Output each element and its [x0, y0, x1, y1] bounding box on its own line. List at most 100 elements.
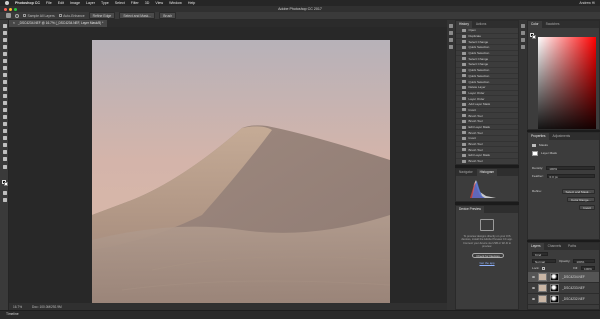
move-tool-icon[interactable] — [2, 24, 7, 28]
brush-button[interactable]: Brush — [159, 12, 177, 19]
visibility-eye-icon[interactable] — [532, 298, 535, 300]
menu-layer[interactable]: Layer — [86, 1, 95, 5]
type-tool-icon[interactable] — [2, 129, 7, 133]
layer-mask-thumbnail[interactable] — [550, 295, 559, 303]
lock-icon[interactable] — [542, 266, 546, 270]
color-picker-field[interactable] — [538, 37, 596, 129]
auto-enhance-checkbox[interactable]: Auto-Enhance — [58, 14, 85, 18]
menu-file[interactable]: File — [46, 1, 52, 5]
color-background-swatch[interactable] — [532, 35, 536, 39]
menu-select[interactable]: Select — [115, 1, 125, 5]
actions-panel-icon[interactable] — [449, 31, 453, 35]
quick-selection-tool-icon[interactable] — [2, 45, 7, 49]
menu-image[interactable]: Image — [70, 1, 80, 5]
get-app-link[interactable]: Get the app — [456, 261, 518, 265]
path-selection-tool-icon[interactable] — [2, 136, 7, 140]
background-color-swatch[interactable] — [3, 182, 8, 186]
check-for-devices-button[interactable]: Check for Devices — [472, 253, 504, 258]
layer-name[interactable]: _DSC4234.NEF — [562, 275, 585, 279]
layer-mask-thumbnail[interactable] — [550, 273, 559, 281]
adjustments-panel-icon[interactable] — [521, 45, 525, 49]
apple-menu-icon[interactable] — [5, 1, 9, 5]
tab-properties[interactable]: Properties — [528, 133, 549, 140]
visibility-eye-icon[interactable] — [532, 276, 535, 278]
history-brush-tool-icon[interactable] — [2, 87, 7, 91]
tab-navigator[interactable]: Navigator — [456, 169, 476, 176]
tab-color[interactable]: Color — [528, 21, 542, 28]
layer-name[interactable]: _DSC4233.NEF — [562, 286, 585, 290]
brush-panel-icon[interactable] — [449, 38, 453, 42]
libraries-panel-icon[interactable] — [521, 38, 525, 42]
layer-thumbnail[interactable] — [538, 295, 547, 303]
layer-thumbnail[interactable] — [538, 284, 547, 292]
pen-tool-icon[interactable] — [2, 122, 7, 126]
select-and-mask-panel-button[interactable]: Select and Mask... — [561, 188, 595, 194]
tab-swatches[interactable]: Swatches — [543, 21, 563, 28]
tab-close-icon[interactable]: × — [13, 20, 15, 27]
history-panel-icon[interactable] — [449, 24, 453, 28]
menu-view[interactable]: View — [155, 1, 163, 5]
layer-name[interactable]: _DSC4232.NEF — [562, 297, 585, 301]
refine-edge-button[interactable]: Refine Edge — [88, 12, 116, 19]
layer-row[interactable]: _DSC4232.NEF — [528, 294, 599, 305]
lasso-tool-icon[interactable] — [2, 38, 7, 42]
tab-history[interactable]: History — [456, 21, 472, 28]
desert-dune-image[interactable] — [92, 40, 390, 308]
marquee-tool-icon[interactable] — [2, 31, 7, 35]
layer-mask-thumb[interactable] — [532, 150, 538, 156]
tab-adjustments[interactable]: Adjustments — [550, 133, 574, 140]
checkbox-box[interactable] — [58, 14, 62, 17]
zoom-level[interactable]: 16.7% — [13, 305, 22, 309]
opacity-field[interactable]: 100% — [573, 258, 595, 264]
menu-help[interactable]: Help — [188, 1, 195, 5]
dodge-tool-icon[interactable] — [2, 115, 7, 119]
select-and-mask-button[interactable]: Select and Mask... — [119, 12, 156, 19]
hand-tool-icon[interactable] — [2, 150, 7, 154]
tab-device-preview[interactable]: Device Preview — [456, 206, 484, 213]
history-item[interactable]: Brush Tool — [456, 159, 518, 164]
menu-edit[interactable]: Edit — [58, 1, 64, 5]
crop-tool-icon[interactable] — [2, 52, 7, 56]
layer-row[interactable]: _DSC4233.NEF — [528, 283, 599, 294]
sample-all-layers-checkbox[interactable]: Sample All Layers — [23, 14, 55, 18]
rectangle-tool-icon[interactable] — [2, 143, 7, 147]
zoom-tool-icon[interactable] — [2, 157, 7, 161]
layer-row[interactable]: _DSC4234.NEF — [528, 272, 599, 283]
density-field[interactable]: 100% — [546, 165, 595, 171]
menu-app-name[interactable]: Photoshop CC — [15, 1, 40, 5]
invert-button[interactable]: Invert — [579, 204, 595, 210]
menu-filter[interactable]: Filter — [131, 1, 139, 5]
fill-field[interactable]: 100% — [581, 265, 595, 271]
tool-preset-icon[interactable] — [6, 13, 11, 18]
user-name[interactable]: Andrew Hi — [579, 1, 595, 5]
feather-field[interactable]: 0.0 px — [546, 173, 595, 179]
menu-window[interactable]: Window — [169, 1, 182, 5]
swatches-panel-icon[interactable] — [521, 31, 525, 35]
quick-mask-icon[interactable] — [2, 191, 7, 195]
checkbox-box[interactable] — [23, 14, 26, 17]
blend-mode-select[interactable]: Normal — [532, 258, 556, 264]
menu-3d[interactable]: 3D — [145, 1, 150, 5]
timeline-label[interactable]: Timeline — [6, 312, 19, 316]
color-panel-icon[interactable] — [521, 24, 525, 28]
visibility-eye-icon[interactable] — [532, 287, 535, 289]
brush-tool-icon[interactable] — [2, 73, 7, 77]
character-panel-icon[interactable] — [449, 45, 453, 49]
healing-brush-tool-icon[interactable] — [2, 66, 7, 70]
blur-tool-icon[interactable] — [2, 108, 7, 112]
tab-layers[interactable]: Layers — [528, 243, 544, 250]
tab-histogram[interactable]: Histogram — [476, 169, 498, 176]
tab-actions[interactable]: Actions — [473, 21, 489, 28]
screen-mode-icon[interactable] — [2, 198, 7, 202]
layer-mask-thumbnail[interactable] — [550, 284, 559, 292]
layer-thumbnail[interactable] — [538, 273, 547, 281]
document-tab[interactable]: × _DSC4234.NEF @ 16.7% (_DSC4234.NEF, La… — [9, 20, 108, 27]
color-range-button[interactable]: Color Range... — [567, 196, 595, 202]
menu-type[interactable]: Type — [101, 1, 109, 5]
clone-stamp-tool-icon[interactable] — [2, 80, 7, 84]
eraser-tool-icon[interactable] — [2, 94, 7, 98]
tab-paths[interactable]: Paths — [565, 243, 579, 250]
more-tools-icon[interactable] — [2, 165, 7, 169]
brush-size-icon[interactable] — [15, 13, 19, 18]
gradient-tool-icon[interactable] — [2, 101, 7, 105]
